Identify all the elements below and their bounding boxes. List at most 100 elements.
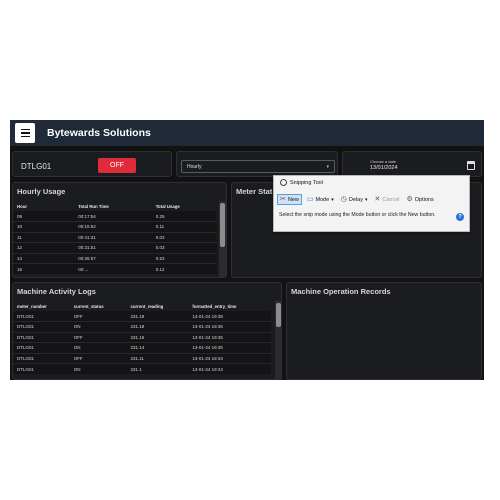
table-row[interactable]: 12 00:31:51 0.03 <box>13 242 217 253</box>
hamburger-icon[interactable] <box>15 123 35 143</box>
snipping-tool-window: Snipping Tool ✂ New ▭ Mode ▾ ◷ Delay ▾ ✕… <box>273 175 470 232</box>
snipping-tool-titlebar: Snipping Tool <box>280 179 323 186</box>
table-cell: 00:... <box>74 263 152 274</box>
operation-records-title: Machine Operation Records <box>291 287 391 296</box>
table-cell: ON <box>69 363 127 374</box>
activity-logs-table: meter_number current_status current_read… <box>13 301 271 374</box>
status-toggle-button[interactable]: OFF <box>98 158 136 173</box>
help-icon[interactable]: ? <box>456 213 464 221</box>
table-cell: 231.15 <box>126 331 189 343</box>
table-row[interactable]: DTLG01 ON 231.1 13-01-24 19:34 <box>13 363 271 374</box>
device-name: DTLG01 <box>21 162 52 171</box>
table-cell: 11 <box>13 231 75 243</box>
column-header: meter_number <box>13 301 70 311</box>
table-cell: OFF <box>73 313 83 319</box>
table-cell: 0.11 <box>151 221 217 232</box>
delay-button[interactable]: ◷ Delay ▾ <box>339 194 370 205</box>
table-cell: 10 <box>13 221 75 232</box>
hourly-usage-scrollbar[interactable] <box>219 201 226 277</box>
table-cell: 00:16:52 <box>74 221 152 232</box>
table-cell: 15 <box>13 263 75 274</box>
mode-label: Mode <box>315 196 330 203</box>
table-row[interactable]: DTLG01 OFF 231.11 13-01-24 19:34 <box>13 352 271 364</box>
table-cell: 0.03 <box>151 231 217 243</box>
chevron-down-icon: ▾ <box>364 196 368 203</box>
chevron-down-icon: ▾ <box>326 163 329 170</box>
chevron-down-icon: ▾ <box>331 196 334 203</box>
table-cell: 13-01-24 19:36 <box>188 321 271 332</box>
close-icon: ✕ <box>374 196 381 203</box>
table-cell: 0.12 <box>151 263 217 274</box>
table-cell: 231.18 <box>126 321 189 332</box>
table-cell: OFF <box>69 331 127 343</box>
table-cell: DTLG01 <box>13 321 70 332</box>
column-header: current_status <box>69 301 127 311</box>
table-cell: OFF <box>69 352 127 364</box>
operation-records-card: Machine Operation Records <box>286 282 482 380</box>
activity-logs-scrollbar[interactable] <box>275 301 282 380</box>
table-cell: 13-01-24 19:34 <box>188 363 271 374</box>
brand-name: Bytewards Solutions <box>47 127 151 139</box>
table-row[interactable]: DTLG01 OFF 231.19 13-01-24 19:38 <box>13 311 271 322</box>
meter-status-title: Meter Stat <box>236 187 273 196</box>
table-row[interactable]: 15 00:... 0.12 <box>13 263 217 274</box>
table-header-row: Hour Total Run Time Total Usage <box>13 201 217 211</box>
table-cell: 12 <box>13 242 75 253</box>
table-cell: 09 <box>17 213 23 219</box>
table-cell: 231.14 <box>126 342 189 353</box>
column-header: Hour <box>13 201 75 211</box>
scrollbar-thumb[interactable] <box>220 203 225 247</box>
table-row[interactable]: 09 00:17:54 0.25 <box>13 211 217 222</box>
column-header: Total Usage <box>151 201 217 211</box>
table-row[interactable]: 11 00:41:31 0.03 <box>13 231 217 243</box>
hourly-usage-table: Hour Total Run Time Total Usage 09 00:17… <box>13 201 217 274</box>
new-snip-button[interactable]: ✂ New <box>277 194 302 205</box>
dashboard-app: Bytewards Solutions DTLG01 OFF Hourly ▾ … <box>10 120 484 380</box>
table-cell: 0.25 <box>155 213 165 219</box>
activity-logs-title: Machine Activity Logs <box>17 287 96 296</box>
table-cell: 13-01-24 19:35 <box>188 331 271 343</box>
date-card: Choose a date 13/01/2024 <box>342 151 482 177</box>
options-label: Options <box>414 196 434 203</box>
table-cell: DTLG01 <box>17 313 35 319</box>
table-cell: DTLG01 <box>13 342 70 353</box>
device-card: DTLG01 OFF <box>12 151 172 177</box>
snipping-tool-message: Select the snip mode using the Mode butt… <box>279 212 436 218</box>
table-row[interactable]: 10 00:16:52 0.11 <box>13 221 217 232</box>
gear-icon: ⚙ <box>406 196 413 203</box>
table-cell: ON <box>69 321 127 332</box>
column-header: Total Run Time <box>74 201 152 211</box>
app-header: Bytewards Solutions <box>10 120 484 146</box>
date-label: Choose a date <box>370 159 397 164</box>
table-cell: 00:26:57 <box>74 252 152 264</box>
interval-select-value: Hourly <box>187 163 202 170</box>
table-cell: 13-01-24 19:34 <box>188 352 271 364</box>
cancel-button[interactable]: ✕ Cancel <box>372 194 401 205</box>
table-row[interactable]: 14 00:26:57 0.53 <box>13 252 217 264</box>
scrollbar-thumb[interactable] <box>276 303 281 327</box>
table-cell: 13-01-24 19:38 <box>192 313 223 319</box>
table-cell: ON <box>69 342 127 353</box>
table-cell: 00:31:51 <box>74 242 152 253</box>
table-cell: DTLG01 <box>13 363 70 374</box>
column-header: current_reading <box>126 301 189 311</box>
scissors-icon <box>280 179 287 186</box>
date-value[interactable]: 13/01/2024 <box>370 165 398 171</box>
new-snip-label: New <box>287 196 299 203</box>
hourly-usage-table-wrap: Hour Total Run Time Total Usage 09 00:17… <box>13 201 217 277</box>
calendar-icon[interactable] <box>467 161 475 170</box>
table-cell: 14 <box>13 252 75 264</box>
interval-select[interactable]: Hourly ▾ <box>181 160 335 173</box>
hourly-usage-card: Hourly Usage Hour Total Run Time Total U… <box>12 182 227 278</box>
table-cell: DTLG01 <box>13 352 70 364</box>
table-cell: DTLG01 <box>13 331 70 343</box>
snipping-tool-toolbar: ✂ New ▭ Mode ▾ ◷ Delay ▾ ✕ Cancel ⚙ Opti… <box>277 194 436 205</box>
table-row[interactable]: DTLG01 OFF 231.15 13-01-24 19:35 <box>13 331 271 343</box>
clock-icon: ◷ <box>340 196 347 203</box>
table-cell: 13-01-24 19:35 <box>188 342 271 353</box>
mode-button[interactable]: ▭ Mode ▾ <box>305 194 336 205</box>
options-button[interactable]: ⚙ Options <box>404 194 435 205</box>
table-row[interactable]: DTLG01 ON 231.14 13-01-24 19:35 <box>13 342 271 353</box>
table-row[interactable]: DTLG01 ON 231.18 13-01-24 19:36 <box>13 321 271 332</box>
snipping-tool-title: Snipping Tool <box>290 179 323 186</box>
